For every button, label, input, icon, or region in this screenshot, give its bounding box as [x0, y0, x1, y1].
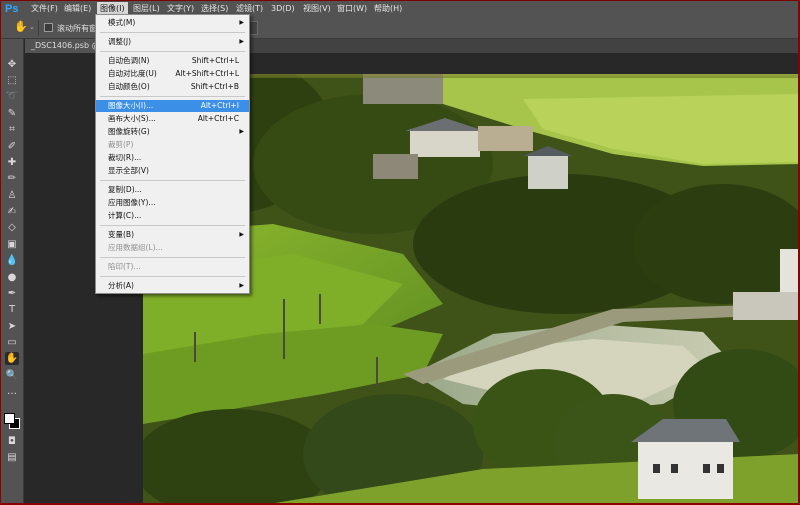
menu-item-label: 显示全部(V) — [108, 166, 149, 175]
menu-item-duplicate[interactable]: 复制(D)... — [96, 184, 249, 196]
menu-item-shortcut: Alt+Shift+Ctrl+L — [175, 69, 239, 78]
menu-item-trim[interactable]: 裁切(R)... — [96, 152, 249, 164]
menu-item-auto-color[interactable]: 自动颜色(O) Shift+Ctrl+B — [96, 81, 249, 93]
foreground-color-swatch[interactable] — [4, 413, 15, 424]
scroll-all-windows-checkbox[interactable] — [44, 23, 53, 32]
menu-item-label: 复制(D)... — [108, 185, 142, 194]
lasso-icon[interactable]: ➰ — [5, 90, 19, 103]
submenu-arrow-icon: ▶ — [239, 19, 244, 26]
scroll-all-windows-label: 滚动所有窗 — [57, 24, 97, 33]
toolbox: ✥ ⬚ ➰ ✎ ⌗ ✐ ✚ ✏ ♙ ✍ ◇ ▣ 💧 ● ✒ T ➤ ▭ ✋ 🔍 … — [0, 39, 24, 505]
menu-item-adjustments[interactable]: 调整(J) ▶ — [96, 36, 249, 48]
menu-item-label: 分析(A) — [108, 281, 134, 290]
menu-item-label: 陷印(T)... — [108, 262, 141, 271]
divider — [100, 257, 245, 258]
menu-item-label: 画布大小(S)... — [108, 114, 156, 123]
menu-item-shortcut: Shift+Ctrl+L — [191, 56, 239, 65]
quick-mask-icon[interactable]: ◘ — [5, 435, 19, 448]
menu-type[interactable]: 文字(Y) — [167, 4, 194, 14]
divider — [100, 225, 245, 226]
move-icon[interactable]: ✥ — [5, 58, 19, 71]
menu-edit[interactable]: 编辑(E) — [64, 4, 91, 14]
menu-item-image-size[interactable]: 图像大小(I)... Alt+Ctrl+I — [96, 100, 249, 112]
menu-layer[interactable]: 图层(L) — [133, 4, 160, 14]
submenu-arrow-icon: ▶ — [239, 231, 244, 238]
blur-icon[interactable]: 💧 — [5, 254, 19, 267]
menu-select[interactable]: 选择(S) — [201, 4, 228, 14]
menu-item-reveal-all[interactable]: 显示全部(V) — [96, 165, 249, 177]
chevron-down-icon[interactable]: ⌄ — [29, 23, 35, 31]
quick-select-icon[interactable]: ✎ — [5, 107, 19, 120]
divider — [100, 96, 245, 97]
menu-item-crop[interactable]: 裁剪(P) — [96, 139, 249, 151]
menu-item-label: 裁切(R)... — [108, 153, 142, 162]
menu-item-auto-contrast[interactable]: 自动对比度(U) Alt+Shift+Ctrl+L — [96, 68, 249, 80]
marquee-icon[interactable]: ⬚ — [5, 74, 19, 87]
brush-icon[interactable]: ✏ — [5, 172, 19, 185]
more-icon[interactable]: … — [5, 385, 19, 398]
menu-file[interactable]: 文件(F) — [31, 4, 58, 14]
crop-icon[interactable]: ⌗ — [5, 123, 19, 136]
menu-item-auto-tone[interactable]: 自动色调(N) Shift+Ctrl+L — [96, 55, 249, 67]
menu-item-shortcut: Shift+Ctrl+B — [190, 82, 239, 91]
pen-icon[interactable]: ✒ — [5, 287, 19, 300]
photoshop-logo: Ps — [5, 3, 19, 15]
menu-item-shortcut: Alt+Ctrl+C — [197, 114, 239, 123]
menu-item-label: 计算(C)... — [108, 211, 142, 220]
menu-view[interactable]: 视图(V) — [303, 4, 331, 14]
submenu-arrow-icon: ▶ — [239, 282, 244, 289]
screen-mode-icon[interactable]: ▤ — [5, 451, 19, 464]
menu-item-label: 图像旋转(G) — [108, 127, 150, 136]
gradient-icon[interactable]: ▣ — [5, 238, 19, 251]
menu-item-label: 自动色调(N) — [108, 56, 150, 65]
menu-item-label: 图像大小(I)... — [108, 101, 154, 110]
image-menu-dropdown: 模式(M) ▶ 调整(J) ▶ 自动色调(N) Shift+Ctrl+L 自动对… — [95, 14, 250, 294]
rectangle-icon[interactable]: ▭ — [5, 336, 19, 349]
menu-item-label: 裁剪(P) — [108, 140, 134, 149]
menu-item-analysis[interactable]: 分析(A) ▶ — [96, 280, 249, 292]
menu-item-label: 应用图像(Y)... — [108, 198, 156, 207]
menu-help[interactable]: 帮助(H) — [374, 4, 402, 14]
divider — [100, 51, 245, 52]
hand-icon[interactable]: ✋ — [5, 352, 19, 365]
menu-item-image-rotation[interactable]: 图像旋转(G) ▶ — [96, 126, 249, 138]
divider — [38, 20, 39, 36]
menu-item-shortcut: Alt+Ctrl+I — [200, 101, 239, 110]
menu-item-label: 调整(J) — [108, 37, 132, 46]
menu-item-apply-image[interactable]: 应用图像(Y)... — [96, 197, 249, 209]
divider — [100, 276, 245, 277]
submenu-arrow-icon: ▶ — [239, 128, 244, 135]
menu-3d[interactable]: 3D(D) — [271, 4, 295, 14]
healing-icon[interactable]: ✚ — [5, 156, 19, 169]
divider — [100, 32, 245, 33]
menu-item-label: 变量(B) — [108, 230, 134, 239]
menu-item-calculations[interactable]: 计算(C)... — [96, 210, 249, 222]
menu-item-label: 自动颜色(O) — [108, 82, 150, 91]
menu-item-label: 模式(M) — [108, 18, 136, 27]
zoom-icon[interactable]: 🔍 — [5, 369, 19, 382]
menu-filter[interactable]: 滤镜(T) — [236, 4, 263, 14]
window-border — [0, 0, 1, 505]
menu-item-variables[interactable]: 变量(B) ▶ — [96, 229, 249, 241]
menu-window[interactable]: 窗口(W) — [337, 4, 367, 14]
eyedropper-icon[interactable]: ✐ — [5, 140, 19, 153]
clone-stamp-icon[interactable]: ♙ — [5, 189, 19, 202]
menu-item-canvas-size[interactable]: 画布大小(S)... Alt+Ctrl+C — [96, 113, 249, 125]
menu-item-trap[interactable]: 陷印(T)... — [96, 261, 249, 273]
path-select-icon[interactable]: ➤ — [5, 320, 19, 333]
hand-tool-icon[interactable]: ✋ — [14, 20, 28, 34]
submenu-arrow-icon: ▶ — [239, 38, 244, 45]
menu-item-label: 自动对比度(U) — [108, 69, 157, 78]
menu-item-label: 应用数据组(L)... — [108, 243, 163, 252]
type-icon[interactable]: T — [5, 303, 19, 316]
history-brush-icon[interactable]: ✍ — [5, 205, 19, 218]
eraser-icon[interactable]: ◇ — [5, 221, 19, 234]
menu-item-mode[interactable]: 模式(M) ▶ — [96, 17, 249, 29]
dodge-icon[interactable]: ● — [5, 271, 19, 284]
document-tab[interactable]: _DSC1406.psb @ 2 — [25, 39, 95, 53]
menu-item-apply-data-set[interactable]: 应用数据组(L)... — [96, 242, 249, 254]
divider — [100, 180, 245, 181]
